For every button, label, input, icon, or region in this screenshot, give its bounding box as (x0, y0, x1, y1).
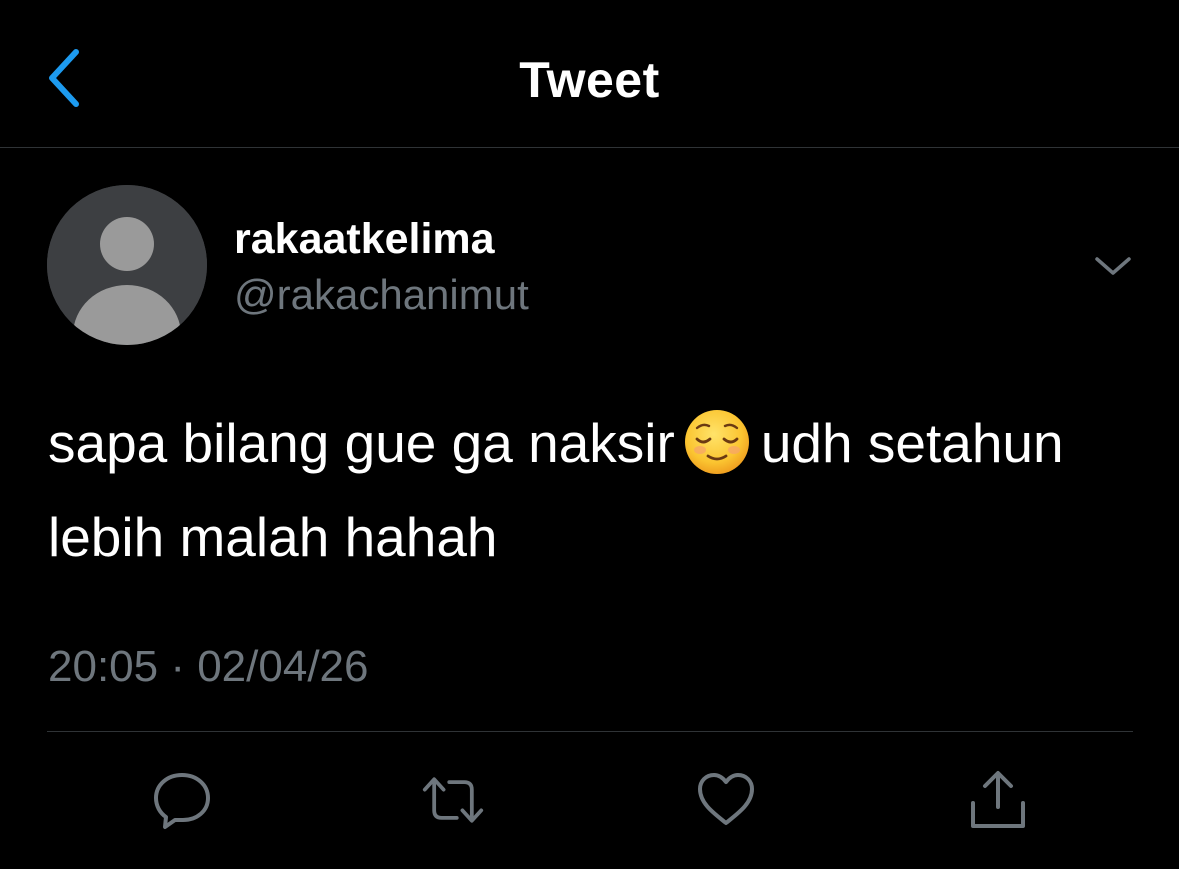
default-avatar-icon (47, 185, 207, 345)
reply-button[interactable] (150, 768, 214, 832)
author-handle[interactable]: @rakachanimut (234, 270, 529, 320)
top-navigation-bar: Tweet (0, 0, 1179, 148)
page-title: Tweet (519, 52, 660, 108)
relieved-face-emoji-icon (684, 410, 749, 475)
chevron-down-icon (1095, 257, 1131, 275)
tweet-timestamp: 20:05 · 02/04/26 (48, 642, 369, 691)
tweet-options-button[interactable] (1088, 244, 1138, 288)
author-display-name[interactable]: rakaatkelima (234, 214, 495, 264)
tweet-text: sapa bilang gue ga naksir udh setahun le… (48, 396, 1138, 584)
share-icon (971, 771, 1025, 828)
tweet-text-part1: sapa bilang gue ga naksir (48, 412, 675, 474)
like-button[interactable] (694, 768, 758, 832)
retweet-icon (422, 777, 484, 823)
retweet-button[interactable] (421, 768, 485, 832)
avatar[interactable] (47, 185, 207, 345)
heart-icon (698, 773, 754, 825)
share-button[interactable] (966, 768, 1030, 832)
divider (47, 731, 1133, 732)
reply-icon (154, 773, 210, 829)
